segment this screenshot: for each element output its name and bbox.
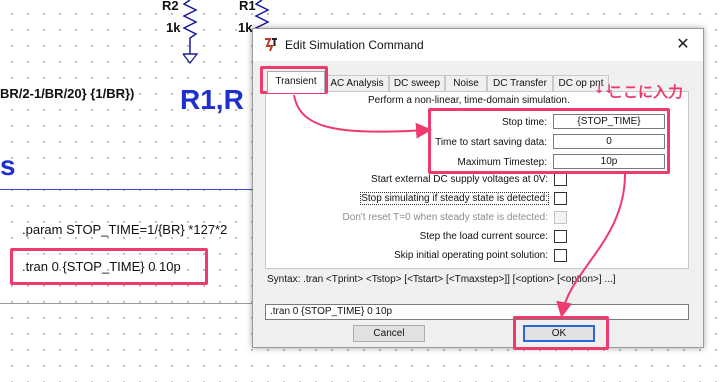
annotation-arrows-overlay bbox=[293, 94, 626, 318]
tab-transient[interactable]: Transient bbox=[267, 71, 325, 93]
arrow-tab-to-fields bbox=[293, 94, 432, 139]
arrow-fields-to-ok bbox=[556, 173, 626, 318]
